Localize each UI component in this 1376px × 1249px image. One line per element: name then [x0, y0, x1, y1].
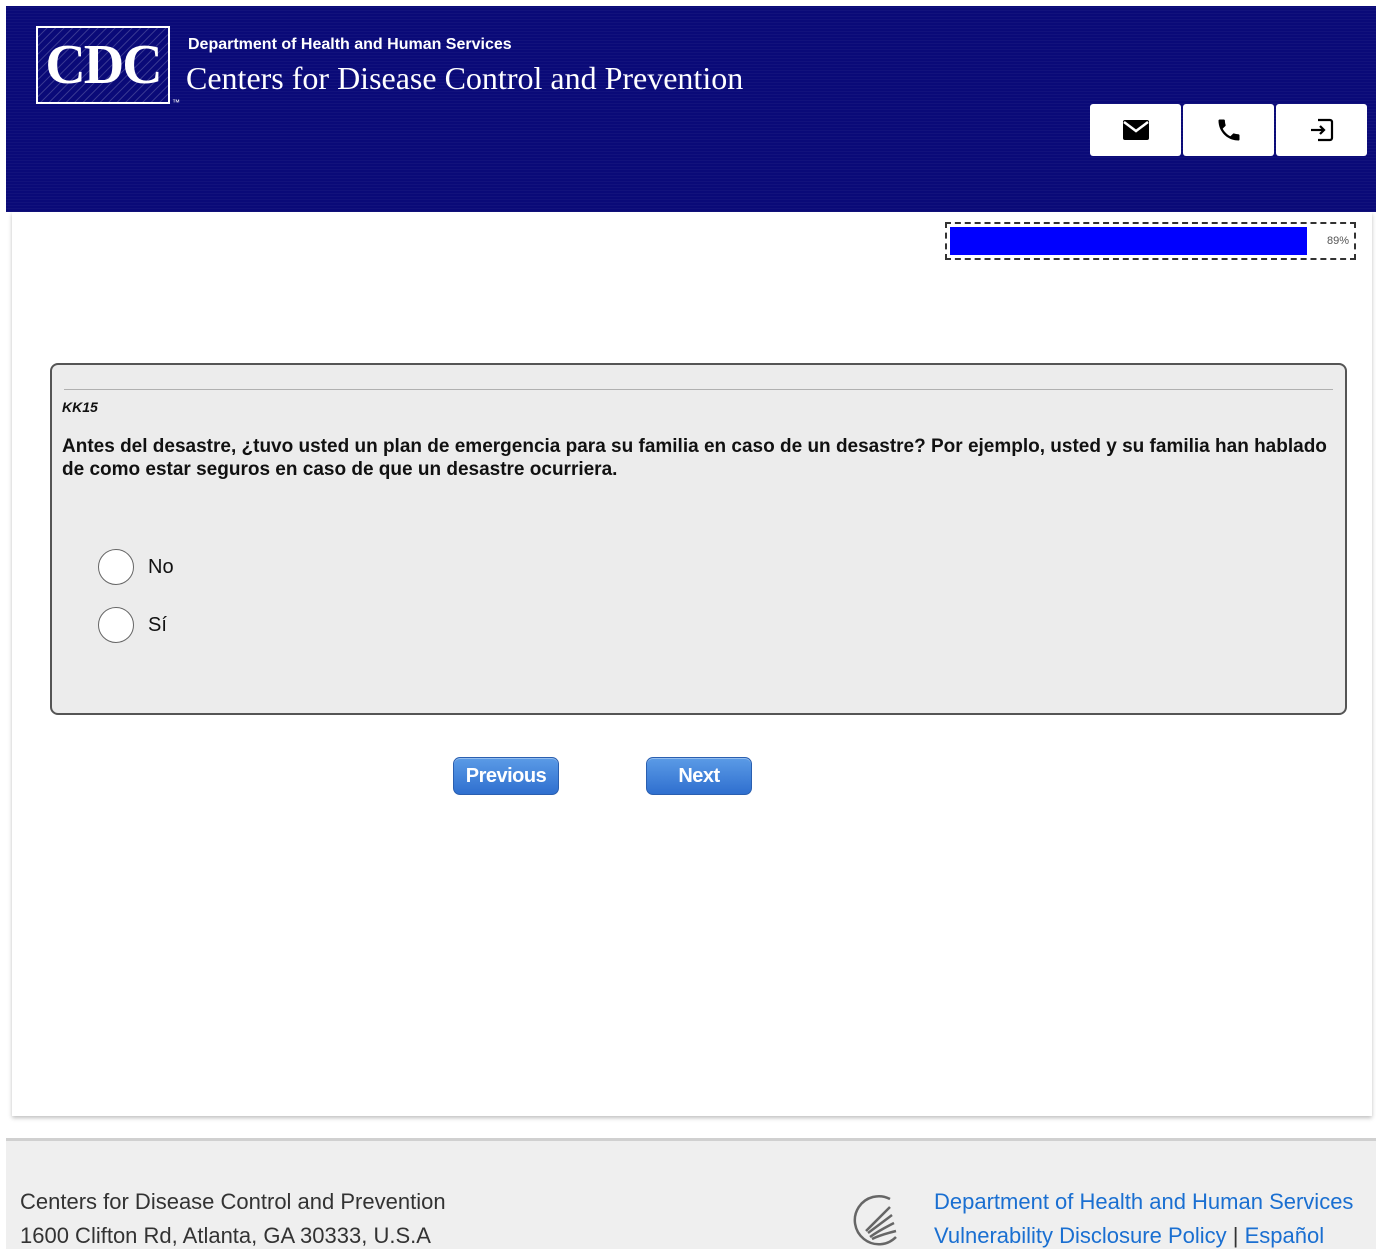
question-box: KK15 Antes del desastre, ¿tuvo usted un …	[50, 363, 1347, 715]
espanol-link[interactable]: Español	[1245, 1223, 1325, 1248]
phone-button[interactable]	[1183, 104, 1274, 156]
progress-bar: 89%	[945, 222, 1356, 260]
mail-icon	[1122, 120, 1149, 140]
vulnerability-disclosure-link[interactable]: Vulnerability Disclosure Policy	[934, 1223, 1227, 1248]
logo-trademark: ™	[172, 98, 180, 107]
option-si[interactable]: Sí	[98, 607, 167, 643]
progress-track: 89%	[950, 227, 1351, 255]
exit-button[interactable]	[1276, 104, 1367, 156]
header-toolbar	[1090, 104, 1367, 156]
option-no[interactable]: No	[98, 549, 174, 585]
cdc-logo[interactable]: CDC	[36, 26, 170, 104]
question-divider	[64, 389, 1333, 390]
progress-fill	[950, 227, 1307, 255]
option-si-label: Sí	[148, 613, 167, 636]
option-no-label: No	[148, 555, 174, 578]
radio-si[interactable]	[98, 607, 134, 643]
site-footer: Centers for Disease Control and Preventi…	[6, 1138, 1376, 1249]
footer-address: 1600 Clifton Rd, Atlanta, GA 30333, U.S.…	[20, 1223, 431, 1248]
previous-button[interactable]: Previous	[453, 757, 559, 795]
department-name: Department of Health and Human Services	[188, 36, 512, 53]
exit-icon	[1310, 118, 1333, 142]
cdc-logo-text: CDC	[45, 34, 162, 96]
footer-org-name: Centers for Disease Control and Preventi…	[20, 1189, 446, 1214]
hhs-eagle-icon[interactable]	[846, 1193, 906, 1249]
question-id: KK15	[62, 399, 98, 415]
email-button[interactable]	[1090, 104, 1181, 156]
question-text: Antes del desastre, ¿tuvo usted un plan …	[62, 436, 1327, 480]
footer-links-line: Vulnerability Disclosure Policy | Españo…	[934, 1223, 1324, 1249]
agency-name: Centers for Disease Control and Preventi…	[186, 60, 744, 96]
site-header: CDC ™ Department of Health and Human Ser…	[6, 6, 1376, 212]
progress-label: 89%	[1326, 235, 1349, 247]
hhs-link[interactable]: Department of Health and Human Services	[934, 1189, 1353, 1215]
phone-icon	[1218, 119, 1239, 141]
next-button[interactable]: Next	[646, 757, 752, 795]
survey-card: 89% KK15 Antes del desastre, ¿tuvo usted…	[12, 212, 1372, 1116]
footer-link-separator: |	[1226, 1223, 1245, 1248]
radio-no[interactable]	[98, 549, 134, 585]
